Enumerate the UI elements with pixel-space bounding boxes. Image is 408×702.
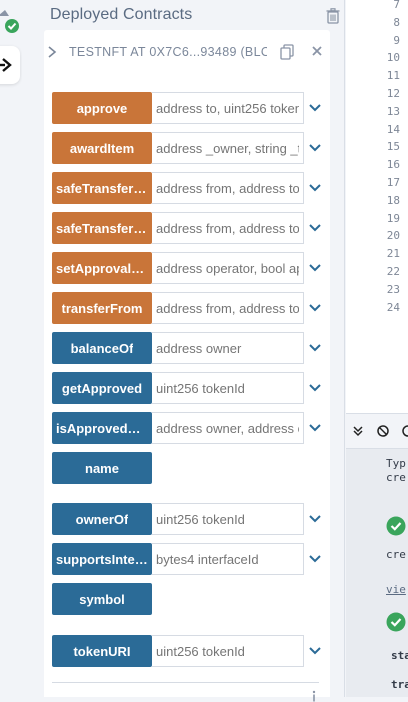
function-button[interactable]: symbol (52, 583, 152, 615)
deployed-contracts-header: Deployed Contracts (50, 6, 340, 28)
terminal-line: cre (386, 471, 406, 484)
success-check-icon (386, 612, 406, 632)
icon-rail (0, 0, 22, 697)
function-button-label: supportsInterface (56, 551, 148, 567)
chevron-down-icon[interactable] (309, 224, 321, 232)
function-button[interactable]: tokenURI (52, 635, 152, 667)
line-number: 10 (386, 51, 400, 65)
function-args-input[interactable] (152, 252, 304, 284)
function-button[interactable]: safeTransferFrom (52, 212, 152, 244)
function-button[interactable]: awardItem (52, 132, 152, 164)
line-number: 19 (386, 211, 400, 225)
function-button-label: setApprovalForAll (56, 260, 148, 276)
section-divider (52, 682, 319, 683)
line-number: 14 (386, 122, 400, 136)
function-button-label: ownerOf (75, 511, 129, 527)
chevron-down-icon[interactable] (309, 264, 321, 272)
function-args-input[interactable] (152, 292, 304, 324)
function-button-label: symbol (79, 591, 125, 607)
chevron-down-icon[interactable] (47, 46, 57, 58)
line-number: 7 (393, 0, 400, 11)
line-number: 13 (386, 104, 400, 118)
line-number: 23 (386, 282, 400, 296)
line-number: 21 (386, 247, 400, 261)
function-button[interactable]: safeTransferFrom (52, 172, 152, 204)
function-button[interactable]: approve (52, 92, 152, 124)
function-args-input[interactable] (152, 503, 304, 535)
function-button[interactable]: balanceOf (52, 332, 152, 364)
chevron-down-icon[interactable] (309, 144, 321, 152)
terminal-toolbar (346, 413, 408, 449)
function-button-label: getApproved (61, 380, 143, 396)
deploy-run-icon[interactable] (0, 46, 20, 84)
line-number: 22 (386, 265, 400, 278)
function-button[interactable]: name (52, 452, 152, 484)
function-button[interactable]: transferFrom (52, 292, 152, 324)
function-args-input[interactable] (152, 412, 304, 444)
line-number: 8 (393, 15, 400, 29)
close-icon[interactable] (311, 45, 323, 57)
line-number: 20 (386, 229, 400, 243)
function-button-label: transferFrom (61, 300, 143, 316)
contract-instance-header[interactable]: TESTNFT AT 0X7C6...93489 (BLOCKCHAIN) (44, 30, 330, 74)
function-button-label: approve (76, 100, 128, 116)
function-button-label: tokenURI (73, 643, 131, 659)
function-button-label: balanceOf (70, 340, 134, 356)
success-check-icon (386, 516, 406, 536)
terminal-field-label: sta (391, 649, 408, 662)
line-number: 24 (386, 300, 400, 314)
clear-console-icon[interactable] (377, 425, 389, 437)
function-args-input[interactable] (152, 212, 304, 244)
line-number: 18 (386, 193, 400, 207)
line-number: 16 (386, 158, 400, 172)
function-button-label: name (85, 460, 119, 476)
chevron-down-icon[interactable] (309, 555, 321, 563)
view-on-explorer-link[interactable]: vie (386, 583, 406, 596)
function-args-input[interactable] (152, 332, 304, 364)
chevron-down-icon[interactable] (309, 384, 321, 392)
terminal-line: Typ (386, 457, 406, 470)
function-args-input[interactable] (152, 543, 304, 575)
chevron-down-icon[interactable] (309, 424, 321, 432)
chevron-down-icon[interactable] (309, 304, 321, 312)
function-button-label: safeTransferFrom (56, 180, 148, 196)
function-args-input[interactable] (152, 172, 304, 204)
line-number: 17 (386, 176, 400, 189)
chevron-down-icon[interactable] (309, 647, 321, 655)
pending-icon[interactable] (402, 425, 408, 437)
terminal-line: cre (386, 548, 406, 561)
chevron-down-icon[interactable] (309, 184, 321, 192)
function-button[interactable]: getApproved (52, 372, 152, 404)
copy-icon[interactable] (280, 44, 294, 60)
panel-title: Deployed Contracts (50, 6, 193, 23)
function-args-input[interactable] (152, 635, 304, 667)
collapse-terminal-icon[interactable] (352, 425, 364, 437)
chevron-down-icon[interactable] (309, 344, 321, 352)
contract-instance-title: TESTNFT AT 0X7C6...93489 (BLOCKCHAIN) (69, 45, 267, 59)
code-editor[interactable]: 7 8 9 10 11 12 13 14 15 16 17 18 19 20 21 22 23 24 (346, 0, 408, 413)
function-args-input[interactable] (152, 372, 304, 404)
line-number: 15 (386, 140, 400, 154)
chevron-down-icon[interactable] (309, 515, 321, 523)
function-button-label: isApprovedForAll (56, 420, 148, 436)
info-icon (312, 690, 316, 702)
line-number: 9 (393, 33, 400, 47)
terminal-output: Typ cre cre vie sta tra (346, 449, 408, 697)
function-button-label: awardItem (69, 140, 135, 156)
terminal-field-label: tra (391, 678, 408, 691)
function-button[interactable]: isApprovedForAll (52, 412, 152, 444)
line-number: 12 (386, 87, 400, 100)
function-button-label: safeTransferFrom (56, 220, 148, 236)
chevron-down-icon[interactable] (309, 104, 321, 112)
plugin-status-icon[interactable] (0, 6, 22, 34)
trash-icon[interactable] (326, 8, 340, 24)
deployed-contract-card: TESTNFT AT 0X7C6...93489 (BLOCKCHAIN) ap… (44, 30, 330, 702)
function-button[interactable]: setApprovalForAll (52, 252, 152, 284)
function-args-input[interactable] (152, 92, 304, 124)
function-args-input[interactable] (152, 132, 304, 164)
line-number: 11 (386, 69, 400, 83)
function-button[interactable]: supportsInterface (52, 543, 152, 575)
function-button[interactable]: ownerOf (52, 503, 152, 535)
